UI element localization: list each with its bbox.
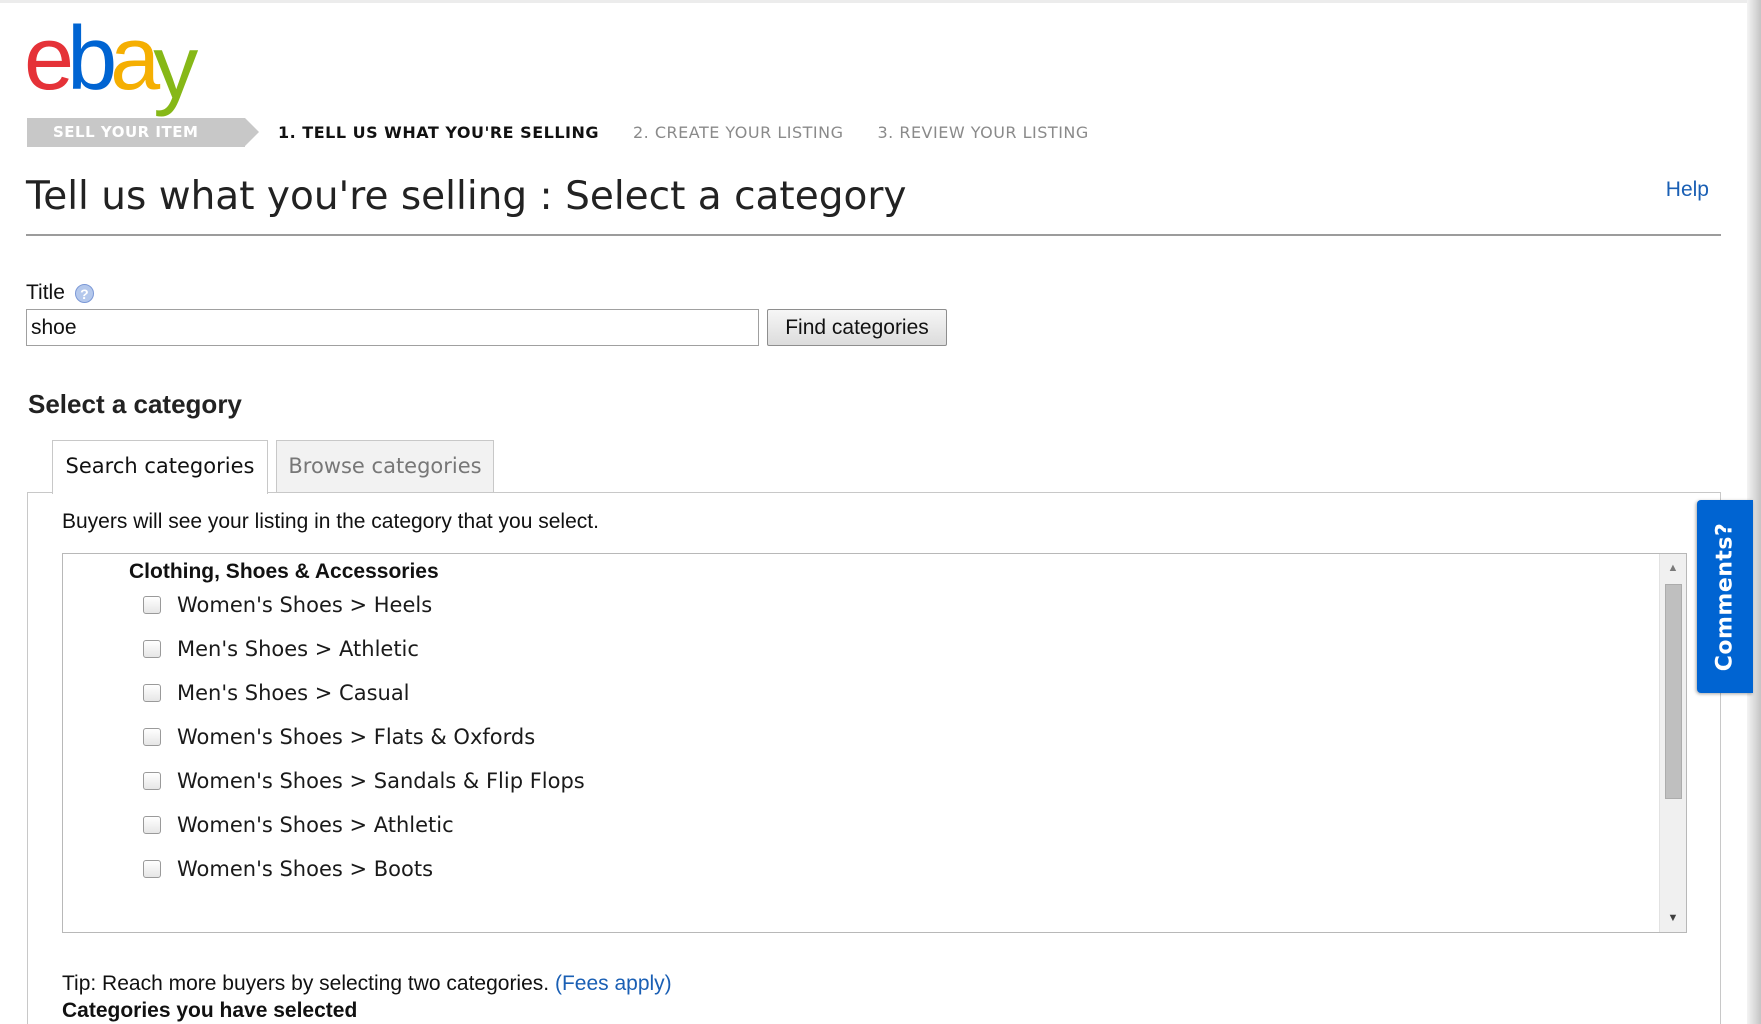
category-group-heading: Clothing, Shoes & Accessories bbox=[129, 560, 439, 583]
category-option-label: Women's Shoes > Flats & Oxfords bbox=[177, 725, 536, 749]
category-option[interactable]: Men's Shoes > Casual bbox=[143, 678, 410, 708]
tab-search-categories[interactable]: Search categories bbox=[52, 440, 268, 494]
logo-letter-y: y bbox=[153, 18, 198, 118]
help-link[interactable]: Help bbox=[1666, 178, 1709, 202]
category-checkbox[interactable] bbox=[143, 640, 161, 658]
logo-letter-b: b bbox=[67, 9, 117, 109]
selected-categories-heading: Categories you have selected bbox=[62, 999, 358, 1022]
comments-label: Comments? bbox=[1712, 522, 1738, 671]
fees-apply-link[interactable]: (Fees apply) bbox=[555, 972, 672, 995]
logo-letter-a: a bbox=[110, 9, 160, 109]
category-checkbox[interactable] bbox=[143, 772, 161, 790]
step-3-review-listing: 3. REVIEW YOUR LISTING bbox=[877, 123, 1089, 142]
step-2-create-listing: 2. CREATE YOUR LISTING bbox=[632, 123, 844, 142]
category-checkbox[interactable] bbox=[143, 860, 161, 878]
page: ebay SELL YOUR ITEM 1. TELL US WHAT YOU'… bbox=[0, 0, 1761, 1024]
comments-button[interactable]: Comments? bbox=[1697, 500, 1753, 693]
category-option[interactable]: Men's Shoes > Athletic bbox=[143, 634, 419, 664]
category-option[interactable]: Women's Shoes > Boots bbox=[143, 854, 433, 884]
category-option[interactable]: Women's Shoes > Athletic bbox=[143, 810, 454, 840]
title-input[interactable] bbox=[26, 309, 759, 346]
category-option-label: Men's Shoes > Casual bbox=[177, 681, 410, 705]
ebay-logo[interactable]: ebay bbox=[24, 9, 198, 113]
category-checkbox[interactable] bbox=[143, 816, 161, 834]
page-title: Tell us what you're selling : Select a c… bbox=[26, 174, 907, 219]
step-1-tell-us: 1. TELL US WHAT YOU'RE SELLING bbox=[278, 123, 599, 142]
category-option-label: Women's Shoes > Athletic bbox=[177, 813, 454, 837]
title-divider bbox=[26, 234, 1721, 236]
category-checkbox[interactable] bbox=[143, 684, 161, 702]
select-category-heading: Select a category bbox=[28, 389, 242, 419]
category-intro-text: Buyers will see your listing in the cate… bbox=[62, 510, 599, 533]
title-label-text: Title bbox=[26, 281, 65, 304]
tip-text: Tip: Reach more buyers by selecting two … bbox=[62, 972, 672, 996]
category-results-list[interactable]: Clothing, Shoes & Accessories Women's Sh… bbox=[62, 553, 1687, 933]
category-option-label: Women's Shoes > Boots bbox=[177, 857, 434, 881]
category-checkbox[interactable] bbox=[143, 728, 161, 746]
top-edge bbox=[0, 0, 1747, 3]
help-question-icon[interactable]: ? bbox=[74, 283, 94, 303]
scroll-down-arrow-icon[interactable]: ▼ bbox=[1660, 906, 1686, 930]
category-option[interactable]: Women's Shoes > Flats & Oxfords bbox=[143, 722, 535, 752]
sell-your-item-badge: SELL YOUR ITEM bbox=[27, 118, 259, 147]
scroll-up-arrow-icon[interactable]: ▲ bbox=[1660, 556, 1686, 580]
progress-steps: SELL YOUR ITEM 1. TELL US WHAT YOU'RE SE… bbox=[27, 118, 1106, 147]
title-field-label: Title ? bbox=[26, 281, 94, 305]
find-categories-button[interactable]: Find categories bbox=[767, 309, 947, 346]
tab-browse-categories[interactable]: Browse categories bbox=[276, 440, 494, 492]
category-option[interactable]: Women's Shoes > Sandals & Flip Flops bbox=[143, 766, 585, 796]
category-option-label: Men's Shoes > Athletic bbox=[177, 637, 419, 661]
category-checkbox[interactable] bbox=[143, 596, 161, 614]
logo-letter-e: e bbox=[24, 9, 74, 109]
category-option[interactable]: Women's Shoes > Heels bbox=[143, 590, 432, 620]
category-option-label: Women's Shoes > Sandals & Flip Flops bbox=[177, 769, 585, 793]
scroll-thumb[interactable] bbox=[1665, 584, 1682, 799]
tip-message: Tip: Reach more buyers by selecting two … bbox=[62, 972, 550, 995]
category-option-label: Women's Shoes > Heels bbox=[177, 593, 433, 617]
list-scrollbar[interactable]: ▲ ▼ bbox=[1659, 554, 1686, 932]
